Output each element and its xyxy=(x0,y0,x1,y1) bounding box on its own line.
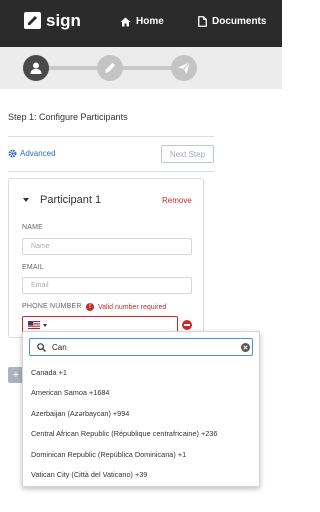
name-label: NAME xyxy=(22,224,44,231)
country-dropdown: Can Canada +1 American Samoa +1684 Azerb… xyxy=(22,331,260,487)
phone-error-text: Valid number required xyxy=(98,303,167,311)
divider xyxy=(8,136,214,137)
advanced-link[interactable]: Advanced xyxy=(8,149,56,158)
step-connector xyxy=(118,66,176,70)
country-list: Canada +1 American Samoa +1684 Azerbaija… xyxy=(23,362,259,485)
step-connector xyxy=(44,66,102,70)
step-fields[interactable] xyxy=(97,55,123,81)
country-caret-icon[interactable] xyxy=(43,324,47,327)
top-bar: sign Home Documents xyxy=(0,0,282,47)
nav-documents-label: Documents xyxy=(212,16,267,27)
email-field[interactable]: Email xyxy=(22,277,192,294)
nav-documents[interactable]: Documents xyxy=(198,16,266,27)
logo-text: sign xyxy=(46,11,81,30)
participant-title: Participant 1 xyxy=(40,194,102,206)
document-icon xyxy=(198,16,207,27)
email-placeholder: Email xyxy=(31,282,49,289)
country-option[interactable]: Canada +1 xyxy=(23,362,259,383)
search-icon xyxy=(37,343,46,352)
nav-home-label: Home xyxy=(136,16,164,27)
user-icon xyxy=(30,62,42,74)
divider xyxy=(8,171,214,172)
nav-home[interactable]: Home xyxy=(120,16,164,27)
country-option[interactable]: American Samoa +1684 xyxy=(23,383,259,404)
country-option[interactable]: Azerbaijan (Azərbaycan) +994 xyxy=(23,403,259,424)
step-progress xyxy=(0,47,282,89)
step-configure[interactable] xyxy=(23,55,49,81)
country-option[interactable]: Central African Republic (République cen… xyxy=(23,424,259,445)
remove-phone-icon[interactable] xyxy=(182,320,192,330)
send-icon xyxy=(178,61,191,74)
sign-logo-icon xyxy=(24,12,41,29)
country-option[interactable]: Dominican Republic (República Dominicana… xyxy=(23,444,259,465)
home-icon xyxy=(120,17,131,26)
remove-participant-link[interactable]: Remove xyxy=(162,196,192,205)
app-logo[interactable]: sign xyxy=(24,12,81,29)
country-search-input[interactable]: Can xyxy=(29,338,253,356)
collapse-caret-icon[interactable] xyxy=(23,198,29,202)
us-flag-icon[interactable] xyxy=(28,321,40,329)
next-step-button[interactable]: Next Step xyxy=(161,145,214,163)
advanced-label: Advanced xyxy=(20,149,56,158)
step-send[interactable] xyxy=(171,55,197,81)
pencil-icon xyxy=(105,63,115,73)
gear-icon xyxy=(8,149,17,158)
phone-error: ! Valid number required xyxy=(86,303,166,311)
name-field[interactable]: Name xyxy=(22,238,192,255)
phone-label: PHONE NUMBER xyxy=(22,303,82,310)
error-icon: ! xyxy=(86,303,94,311)
participant-card: Participant 1 Remove NAME Name EMAIL Ema… xyxy=(8,178,204,338)
clear-search-icon[interactable] xyxy=(241,343,250,352)
email-label: EMAIL xyxy=(22,264,45,271)
country-option[interactable]: Vatican City (Città del Vaticano) +39 xyxy=(23,465,259,486)
name-placeholder: Name xyxy=(31,243,50,250)
country-search-value: Can xyxy=(52,343,67,352)
step-title: Step 1: Configure Participants xyxy=(8,112,128,122)
